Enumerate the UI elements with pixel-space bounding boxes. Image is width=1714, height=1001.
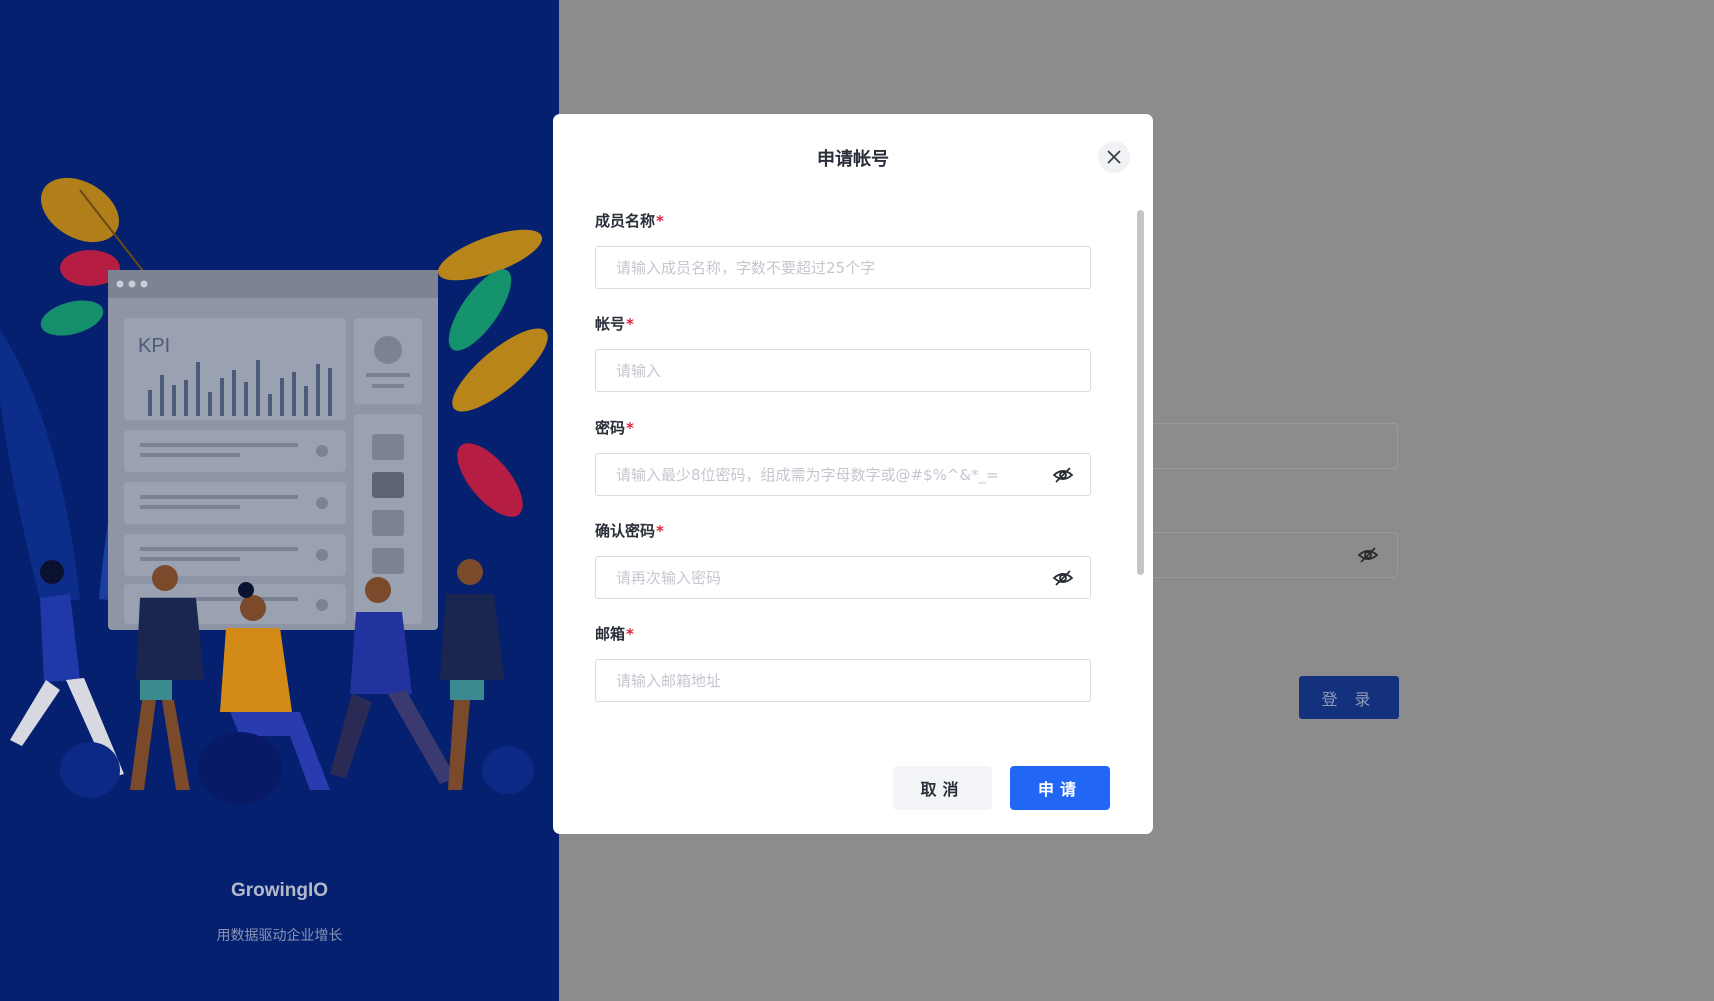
password-field: 密码* <box>595 417 1091 496</box>
email-field: 邮箱* <box>595 623 1091 702</box>
email-label: 邮箱* <box>595 625 634 643</box>
password-input[interactable] <box>596 454 1090 495</box>
apply-account-modal: 申请帐号 成员名称* 帐号* 密码* <box>553 114 1153 834</box>
confirm-password-label: 确认密码* <box>595 522 664 540</box>
account-input[interactable] <box>596 350 1090 391</box>
required-mark: * <box>626 625 634 643</box>
password-input-box <box>595 453 1091 496</box>
brand-name: GrowingIO <box>230 880 329 901</box>
email-input[interactable] <box>596 660 1090 701</box>
form-scroll-area[interactable]: 成员名称* 帐号* 密码* 确认密 <box>595 210 1105 734</box>
brand-slogan: 用数据驱动企业增长 <box>216 928 343 944</box>
member-name-field: 成员名称* <box>595 210 1091 289</box>
close-icon <box>1107 150 1121 164</box>
close-button[interactable] <box>1098 141 1130 173</box>
member-name-input-box <box>595 246 1091 289</box>
required-mark: * <box>626 419 634 437</box>
confirm-password-input-box <box>595 556 1091 599</box>
modal-title: 申请帐号 <box>817 149 889 170</box>
required-mark: * <box>626 315 634 333</box>
svg-text:KPI: KPI <box>138 335 170 357</box>
background-username-input <box>1150 423 1398 469</box>
required-mark: * <box>656 522 664 540</box>
email-input-box <box>595 659 1091 702</box>
brand-panel: KPI GrowingIO 用数据驱动企业增长 <box>0 0 559 1001</box>
form-scrollbar[interactable] <box>1135 210 1145 724</box>
account-field: 帐号* <box>595 313 1091 392</box>
eye-hidden-icon[interactable] <box>1052 465 1074 485</box>
account-label: 帐号* <box>595 315 634 333</box>
eye-hidden-icon[interactable] <box>1052 568 1074 588</box>
modal-footer: 取消 申请 <box>553 766 1153 812</box>
required-mark: * <box>656 212 664 230</box>
scrollbar-thumb[interactable] <box>1137 210 1144 575</box>
member-name-label: 成员名称* <box>595 212 664 230</box>
account-input-box <box>595 349 1091 392</box>
cancel-button[interactable]: 取消 <box>893 766 992 810</box>
password-label: 密码* <box>595 419 634 437</box>
eye-hidden-icon <box>1357 547 1379 563</box>
team-illustration: KPI <box>0 177 548 804</box>
member-name-input[interactable] <box>596 247 1090 288</box>
confirm-password-field: 确认密码* <box>595 520 1091 599</box>
background-login-button: 登 录 <box>1299 676 1399 719</box>
confirm-password-input[interactable] <box>596 557 1090 598</box>
submit-button[interactable]: 申请 <box>1010 766 1110 810</box>
